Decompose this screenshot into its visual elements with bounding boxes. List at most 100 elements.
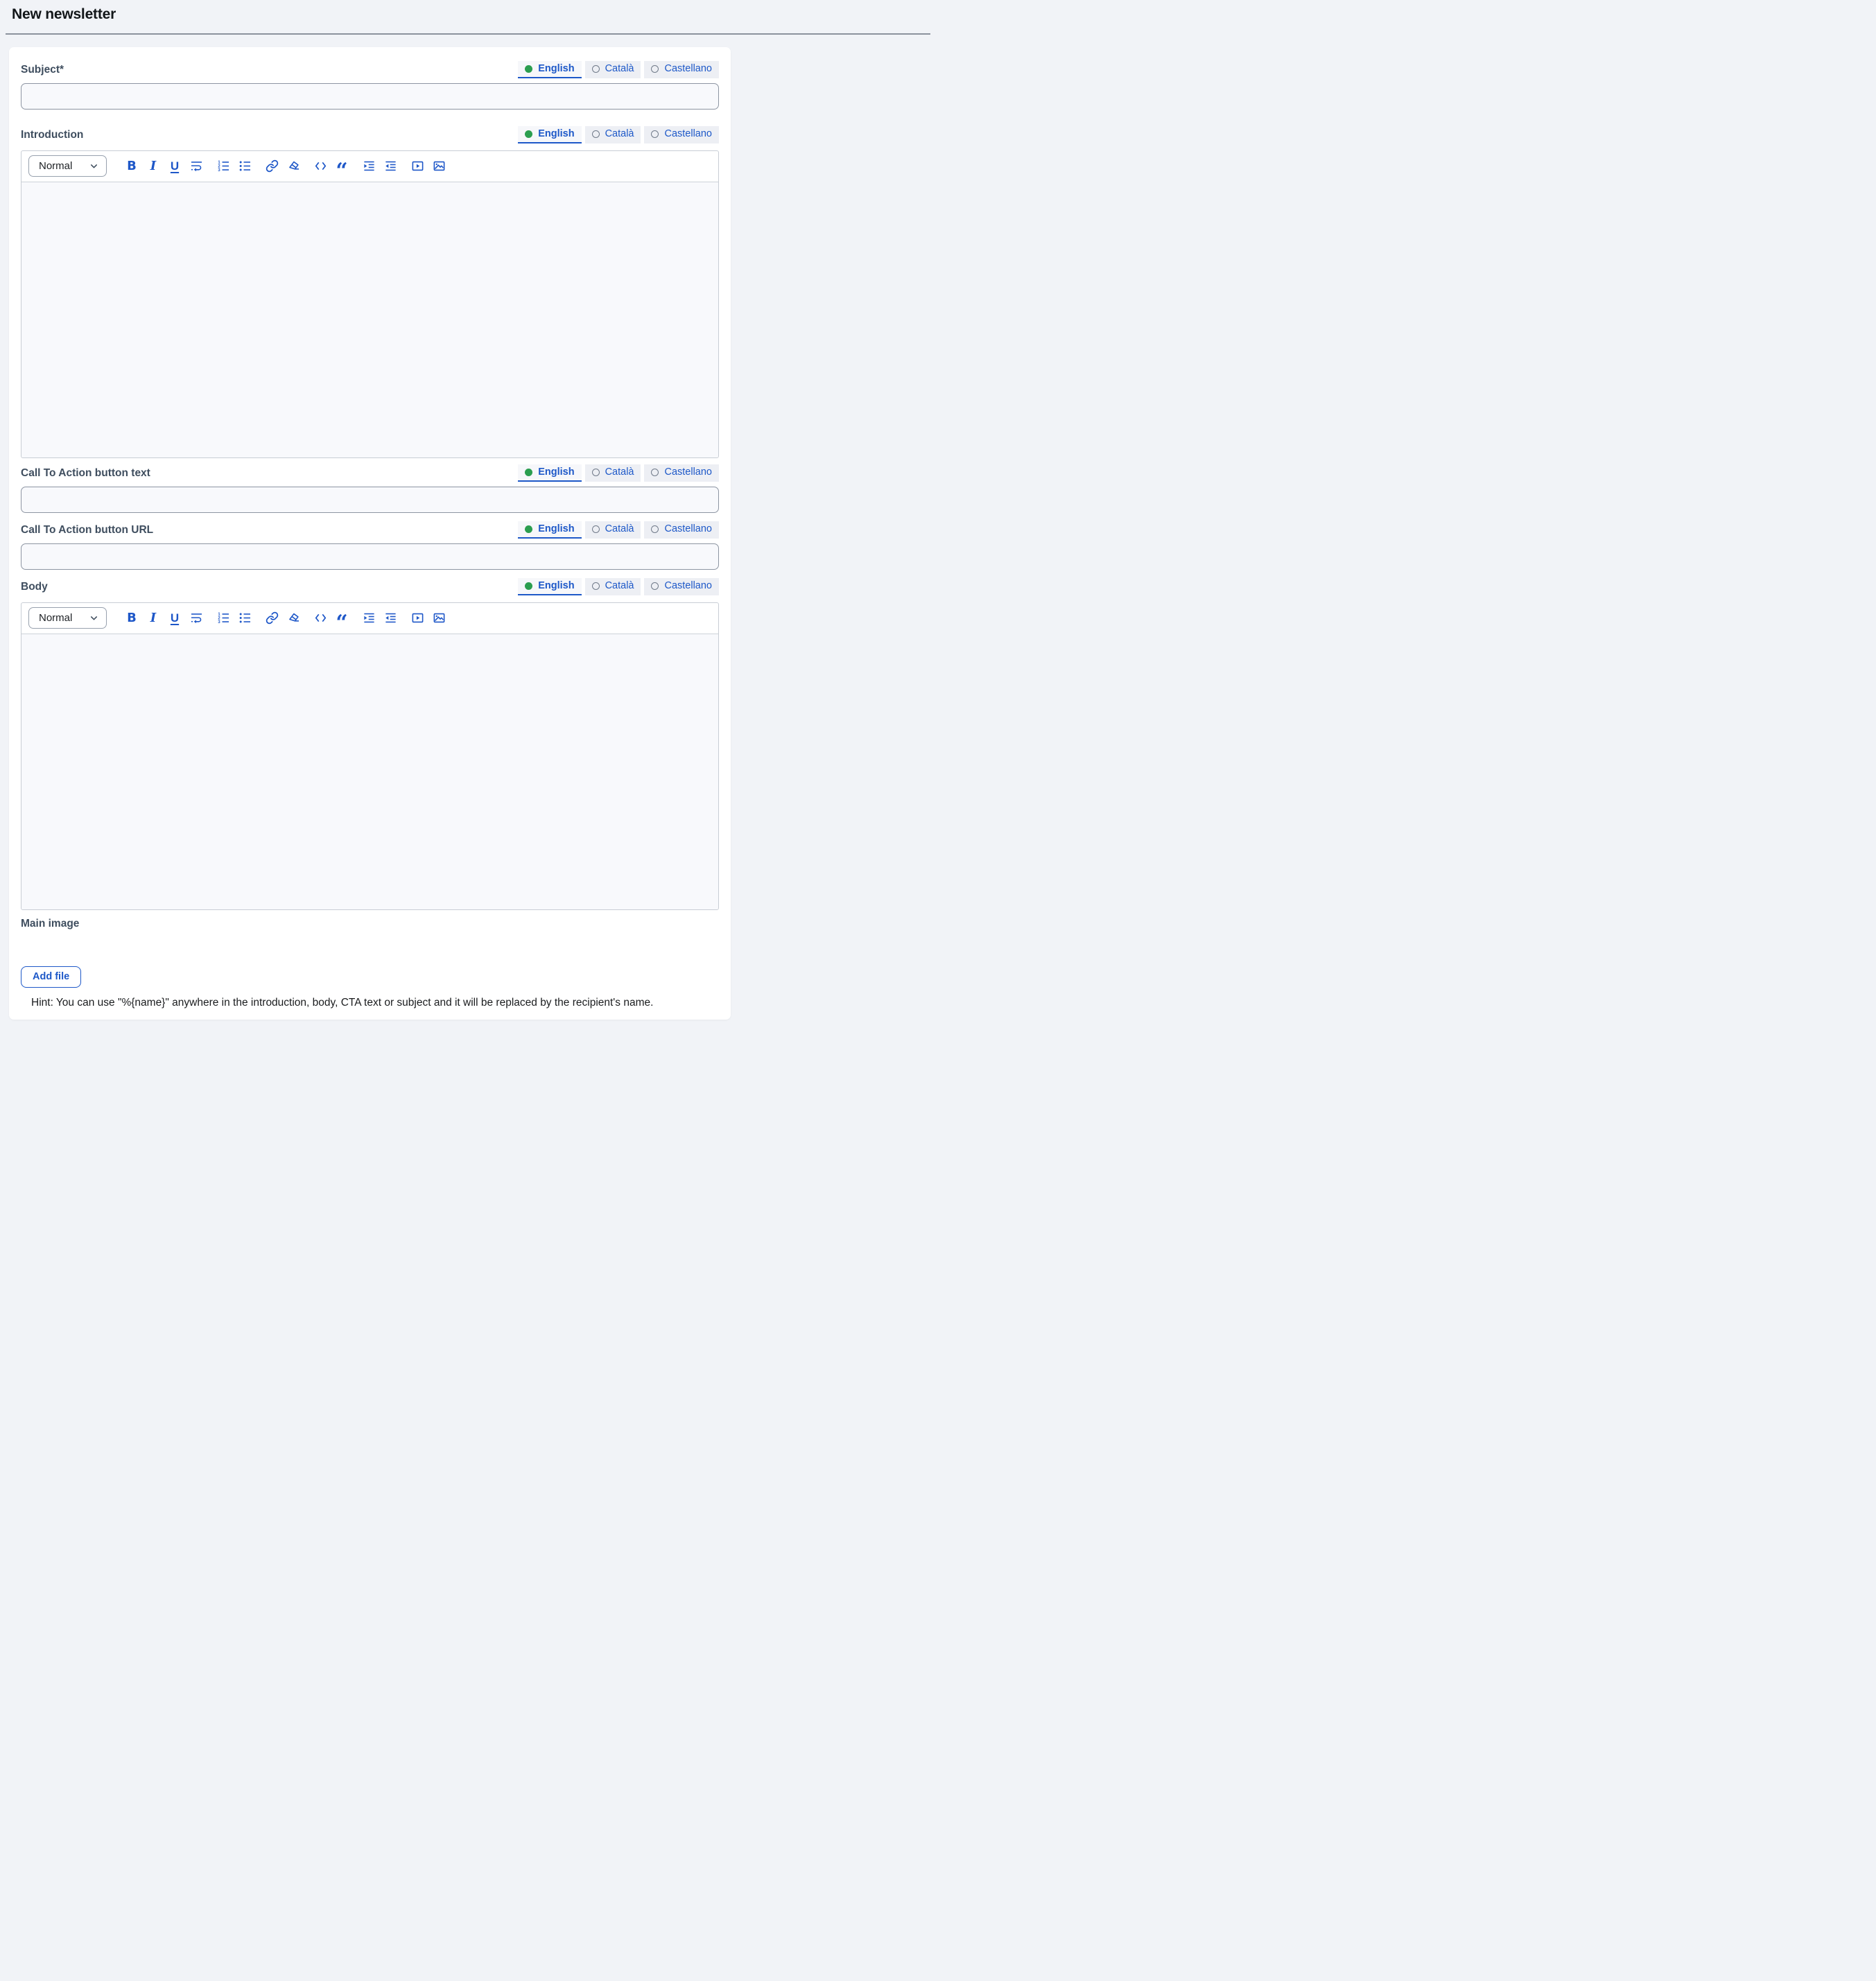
page: New newsletter Subject* English Català C… — [0, 0, 938, 1020]
hint-text: Hint: You can use "%{name}" anywhere in … — [31, 997, 719, 1009]
language-tab-label: English — [538, 580, 574, 591]
subject-input[interactable] — [21, 83, 719, 110]
code-button[interactable] — [313, 610, 328, 627]
indent-button[interactable] — [361, 158, 376, 175]
bold-icon: B — [127, 611, 137, 625]
svg-text:3: 3 — [218, 168, 220, 173]
svg-text:3: 3 — [218, 620, 220, 625]
language-tab-label: Castellano — [664, 523, 712, 534]
language-tab-label: English — [538, 63, 574, 74]
introduction-editor: Normal B I U 123 — [21, 150, 719, 458]
code-icon — [314, 159, 327, 173]
body-editor-area[interactable] — [21, 634, 718, 909]
cta-url-input[interactable] — [21, 543, 719, 570]
ordered-list-button[interactable]: 123 — [216, 158, 231, 175]
subject-language-tabs: English Català Castellano — [518, 61, 719, 78]
ordered-list-button[interactable]: 123 — [216, 610, 231, 627]
italic-button[interactable]: I — [146, 158, 161, 175]
language-tab-catala[interactable]: Català — [585, 61, 641, 78]
outdent-button[interactable] — [383, 158, 398, 175]
link-button[interactable] — [264, 158, 279, 175]
video-button[interactable] — [410, 610, 425, 627]
blockquote-button[interactable]: “ — [334, 158, 349, 175]
paragraph-format-select[interactable]: Normal — [28, 155, 107, 177]
clean-format-button[interactable] — [286, 610, 301, 627]
video-icon — [411, 159, 424, 173]
image-icon — [433, 611, 446, 625]
indent-icon — [363, 611, 376, 625]
link-icon — [266, 611, 279, 625]
clean-format-button[interactable] — [286, 158, 301, 175]
language-tab-catala[interactable]: Català — [585, 521, 641, 539]
cta-text-input[interactable] — [21, 487, 719, 513]
language-tab-english[interactable]: English — [518, 521, 581, 539]
language-tab-catala[interactable]: Català — [585, 126, 641, 143]
language-tab-castellano[interactable]: Castellano — [644, 578, 719, 595]
bold-button[interactable]: B — [124, 158, 139, 175]
cta-url-label: Call To Action button URL — [21, 524, 153, 536]
italic-button[interactable]: I — [146, 610, 161, 627]
chevron-down-icon — [89, 161, 99, 171]
wrap-text-button[interactable] — [189, 610, 204, 627]
language-tab-label: Castellano — [664, 580, 712, 591]
chevron-down-icon — [89, 613, 99, 623]
paragraph-format-select[interactable]: Normal — [28, 607, 107, 629]
unselected-radio-icon — [651, 582, 659, 590]
language-tab-label: Català — [605, 466, 634, 478]
cta-text-label: Call To Action button text — [21, 467, 150, 480]
language-tab-catala[interactable]: Català — [585, 578, 641, 595]
code-icon — [314, 611, 327, 625]
ordered-list-icon: 123 — [217, 159, 230, 173]
subject-label: Subject* — [21, 64, 64, 76]
bullet-list-button[interactable] — [237, 610, 252, 627]
blockquote-button[interactable]: “ — [334, 610, 349, 627]
add-file-button[interactable]: Add file — [21, 966, 81, 988]
language-tab-castellano[interactable]: Castellano — [644, 464, 719, 482]
cta-text-language-tabs: English Català Castellano — [518, 464, 719, 482]
indent-button[interactable] — [361, 610, 376, 627]
main-image-label: Main image — [21, 918, 719, 930]
video-button[interactable] — [410, 158, 425, 175]
bullet-list-button[interactable] — [237, 158, 252, 175]
language-tab-castellano[interactable]: Castellano — [644, 126, 719, 143]
selected-radio-icon — [525, 65, 532, 73]
blockquote-icon: “ — [336, 168, 347, 175]
ordered-list-icon: 123 — [217, 611, 230, 625]
language-tab-english[interactable]: English — [518, 464, 581, 482]
wrap-text-button[interactable] — [189, 158, 204, 175]
italic-icon: I — [150, 159, 156, 173]
underline-button[interactable]: U — [167, 158, 182, 175]
language-tab-castellano[interactable]: Castellano — [644, 521, 719, 539]
language-tab-english[interactable]: English — [518, 61, 581, 78]
underline-icon: U — [171, 611, 179, 625]
unselected-radio-icon — [592, 65, 600, 73]
introduction-editor-area[interactable] — [21, 182, 718, 457]
language-tab-label: Català — [605, 580, 634, 591]
wrap-text-icon — [190, 611, 203, 625]
outdent-button[interactable] — [383, 610, 398, 627]
unselected-radio-icon — [592, 130, 600, 138]
link-button[interactable] — [264, 610, 279, 627]
image-button[interactable] — [431, 610, 446, 627]
language-tab-english[interactable]: English — [518, 126, 581, 143]
bold-button[interactable]: B — [124, 610, 139, 627]
language-tab-catala[interactable]: Català — [585, 464, 641, 482]
italic-icon: I — [150, 611, 156, 625]
introduction-label: Introduction — [21, 129, 83, 141]
image-button[interactable] — [431, 158, 446, 175]
language-tab-english[interactable]: English — [518, 578, 581, 595]
body-language-tabs: English Català Castellano — [518, 578, 719, 595]
selected-radio-icon — [525, 469, 532, 476]
underline-icon: U — [171, 159, 179, 173]
code-button[interactable] — [313, 158, 328, 175]
wrap-text-icon — [190, 159, 203, 173]
selected-radio-icon — [525, 130, 532, 138]
language-tab-label: Català — [605, 523, 634, 534]
underline-button[interactable]: U — [167, 610, 182, 627]
unselected-radio-icon — [651, 525, 659, 533]
bullet-list-icon — [238, 611, 252, 625]
language-tab-castellano[interactable]: Castellano — [644, 61, 719, 78]
video-icon — [411, 611, 424, 625]
body-field-row: Body English Català Castellano — [21, 578, 719, 595]
cta-url-language-tabs: English Català Castellano — [518, 521, 719, 539]
